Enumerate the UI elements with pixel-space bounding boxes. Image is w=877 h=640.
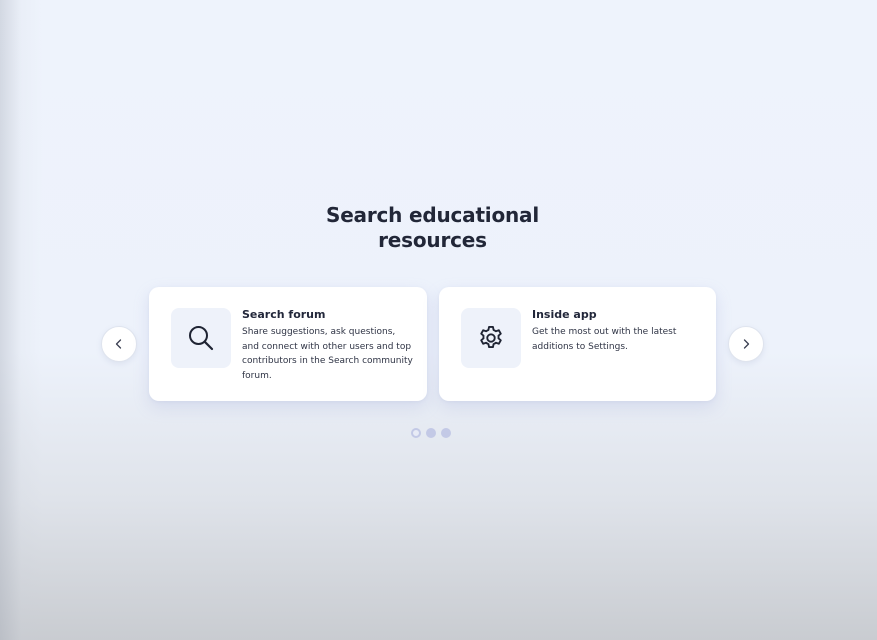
card-icon-tile — [171, 308, 231, 368]
resource-card-inside-app[interactable]: Inside app Get the most out with the lat… — [439, 287, 716, 401]
page-title-line-2: resources — [378, 228, 487, 252]
carousel-pagination — [411, 428, 451, 438]
card-title: Inside app — [532, 308, 597, 321]
chevron-right-icon — [743, 339, 750, 349]
card-description: Get the most out with the latest additio… — [532, 327, 677, 352]
carousel-prev-button[interactable] — [101, 326, 137, 362]
carousel-next-button[interactable] — [728, 326, 764, 362]
search-icon — [189, 326, 214, 351]
carousel-dot-1[interactable] — [411, 428, 421, 438]
chevron-left-icon — [115, 339, 122, 349]
left-edge-shadow — [0, 0, 42, 640]
gear-icon — [480, 325, 502, 349]
card-title: Search forum — [242, 308, 326, 321]
card-description: Share suggestions, ask questions, and co… — [242, 327, 413, 381]
card-icon-tile — [461, 308, 521, 368]
carousel-dot-3[interactable] — [441, 428, 451, 438]
resource-card-search-forum[interactable]: Search forum Share suggestions, ask ques… — [149, 287, 427, 401]
page-title: Search educational resources — [0, 203, 865, 253]
carousel-dot-2[interactable] — [426, 428, 436, 438]
page-title-line-1: Search educational — [325, 203, 539, 227]
